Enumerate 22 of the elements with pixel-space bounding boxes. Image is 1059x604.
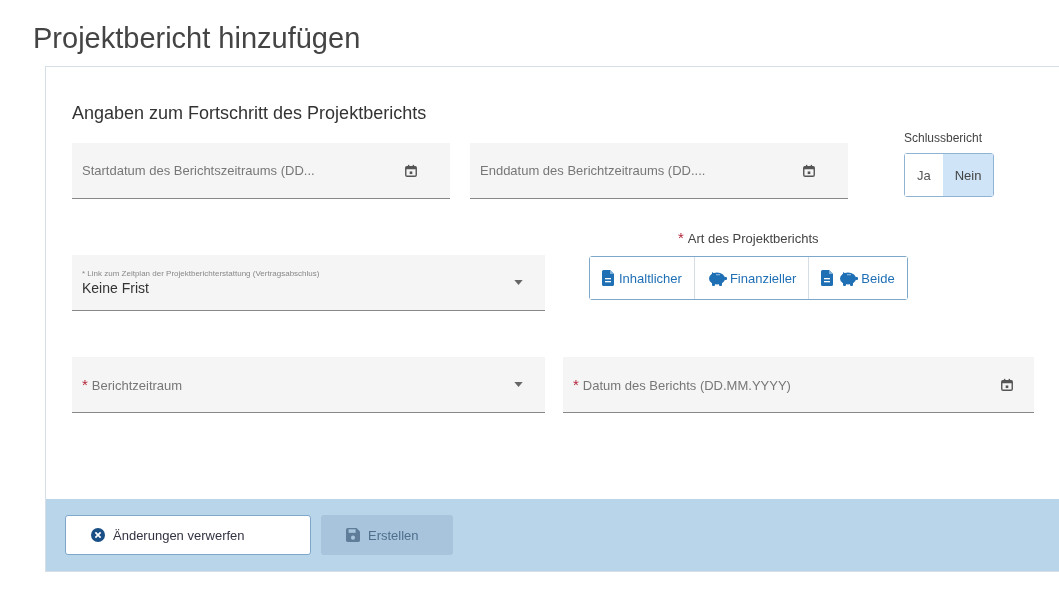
select-field[interactable]: * Link zum Zeitplan der Projektberichterstattung (Vertragsabschlus) Keine Frist — [72, 255, 545, 311]
field-label: * Art des Projektberichts — [678, 229, 819, 246]
caret-icon — [514, 382, 523, 387]
piggy-bank-icon — [706, 270, 727, 286]
select-field[interactable]: * Berichtzeitraum — [72, 357, 545, 413]
page-title: Projektbericht hinzufügen — [32, 21, 362, 56]
field-label: Schlussbericht — [904, 131, 983, 145]
date-field[interactable]: Startdatum des Berichtszeitraums (DD... — [72, 143, 450, 199]
date-field[interactable]: Enddatum des Berichtzeitraums (DD.... — [470, 143, 848, 199]
piggy-bank-icon — [838, 270, 859, 286]
discard-button[interactable]: Änderungen verwerfen — [65, 515, 311, 555]
calendar-icon — [802, 163, 816, 178]
calendar-icon — [404, 163, 418, 178]
document-icon — [821, 270, 834, 286]
close-icon — [91, 528, 105, 542]
caret-icon — [514, 280, 523, 285]
section-title: Angaben zum Fortschritt des Projektberichts — [72, 103, 428, 125]
date-field[interactable]: * Datum des Berichts (DD.MM.YYYY) — [563, 357, 1034, 413]
segment-button[interactable]: Beide — [808, 257, 907, 299]
document-icon — [602, 270, 614, 286]
toggle-option[interactable]: Nein — [942, 154, 994, 196]
calendar-icon — [1000, 377, 1014, 392]
